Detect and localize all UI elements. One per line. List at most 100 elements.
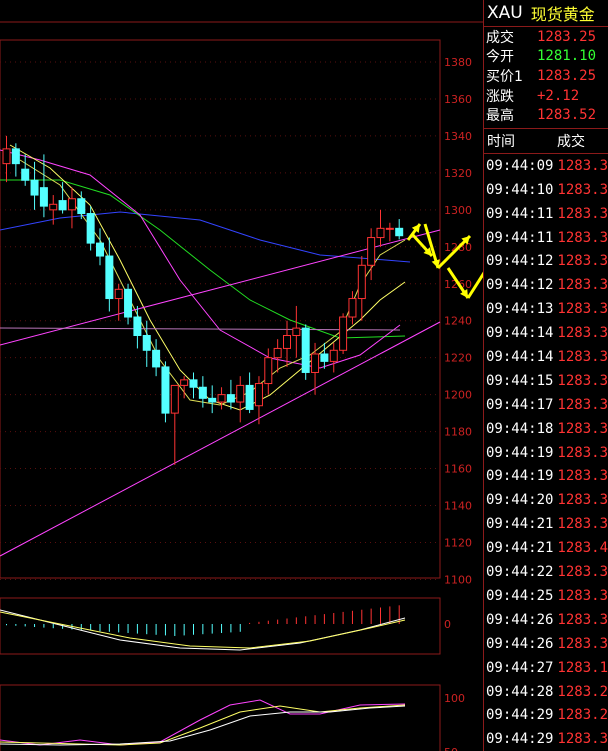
tick-time: 09:44:14 [486,349,554,366]
kdj-j-line [0,699,406,746]
ticks-header-time: 时间 [487,133,515,150]
tick-time: 09:44:12 [486,277,554,294]
quote-panel: XAU 现货黄金 成交 1283.25 今开 1281.10 买价1 1283.25 涨跌 +… [483,0,608,751]
candle-body [254,383,263,407]
tick-row[interactable]: 09:44:14 1283.3 [484,321,608,345]
candle-body [273,347,282,359]
price-axis-label: 1340 [444,130,472,143]
candle-body [236,384,245,403]
tick-time: 09:44:11 [486,229,554,246]
kline-chart-svg[interactable]: 1380136013401320130012801260124012201200… [0,0,483,751]
candle-body [208,397,217,403]
tick-price: 1283.3 [557,157,608,174]
candle-body [180,379,189,386]
tick-row[interactable]: 09:44:18 1283.3 [484,417,608,441]
price-panel-frame [0,39,441,579]
tick-price: 1283.3 [557,444,608,461]
quote-summary: 成交 1283.25 今开 1281.10 买价1 1283.25 涨跌 +2.12 最高 128… [484,27,608,125]
tick-time: 09:44:27 [486,659,554,676]
candle-body [49,203,58,211]
tick-row[interactable]: 09:44:28 1283.2 [484,680,608,704]
tick-row[interactable]: 09:44:20 1283.3 [484,488,608,512]
tick-row[interactable]: 09:44:19 1283.3 [484,465,608,489]
candle-body [329,349,338,362]
candle-body [385,227,394,230]
candle-body [58,200,67,211]
tick-price: 1283.3 [557,516,608,533]
tick-row[interactable]: 09:44:29 1283.2 [484,703,608,727]
tick-price: 1283.3 [557,587,608,604]
tick-price: 1283.3 [557,205,608,222]
ma-line-yellow [9,144,406,411]
candle-body [348,298,357,318]
tick-row[interactable]: 09:44:26 1283.3 [484,632,608,656]
tick-price: 1283.3 [557,468,608,485]
tick-time: 09:44:15 [486,372,554,389]
quote-row-label: 成交 [486,29,514,46]
ticks-list[interactable]: 09:44:09 1283.3 09:44:10 1283.3 09:44:11 1283… [484,154,608,751]
candle-body [105,255,114,300]
tick-row[interactable]: 09:44:15 1283.3 [484,369,608,393]
tick-row[interactable]: 09:44:26 1283.3 [484,608,608,632]
tick-time: 09:44:10 [486,181,554,198]
quote-row-label: 今开 [486,49,514,66]
tick-price: 1283.3 [557,731,608,748]
tick-time: 09:44:26 [486,635,554,652]
candle-body [170,384,179,414]
tick-row[interactable]: 09:44:25 1283.3 [484,584,608,608]
tick-time: 09:44:29 [486,731,554,748]
candle-body [217,394,226,403]
tick-time: 09:44:14 [486,325,554,342]
quote-row-label: 买价1 [486,68,523,85]
tick-time: 09:44:28 [486,683,554,700]
tick-row[interactable]: 09:44:27 1283.1 [484,656,608,680]
price-axis-label: 1140 [444,500,472,513]
tick-row[interactable]: 09:44:11 1283.3 [484,226,608,250]
candle-body [264,357,273,385]
candle-body [376,227,385,239]
candle-body [39,187,48,207]
tick-row[interactable]: 09:44:19 1283.3 [484,441,608,465]
trendline-lower [0,321,441,557]
tick-price: 1283.3 [557,325,608,342]
tick-price: 1283.3 [557,181,608,198]
symbol-name: 现货黄金 [530,5,595,24]
tick-time: 09:44:22 [486,564,554,581]
tick-time: 09:44:19 [486,468,554,485]
ma-line-blue [0,211,411,263]
price-axis-label: 1100 [444,573,472,586]
tick-price: 1283.3 [557,301,608,318]
tick-row[interactable]: 09:44:14 1283.3 [484,345,608,369]
tick-price: 1283.4 [557,540,608,557]
tick-price: 1283.3 [557,349,608,366]
tick-price: 1283.3 [557,277,608,294]
tick-row[interactable]: 09:44:13 1283.3 [484,297,608,321]
tick-row[interactable]: 09:44:22 1283.3 [484,560,608,584]
tick-time: 09:44:20 [486,492,554,509]
tick-row[interactable]: 09:44:21 1283.3 [484,512,608,536]
candle-body [2,148,11,165]
kdj-k-line [0,705,406,746]
ticks-header-price: 成交 [557,133,585,150]
tick-row[interactable]: 09:44:21 1283.4 [484,536,608,560]
quote-row-label: 涨跌 [486,88,514,105]
quote-row: 最高 1283.52 [484,105,608,125]
tick-row[interactable]: 09:44:10 1283.3 [484,178,608,202]
tick-price: 1283.3 [557,229,608,246]
tick-price: 1283.2 [557,707,608,724]
price-axis-label: 1220 [444,352,472,365]
tick-row[interactable]: 09:44:12 1283.3 [484,250,608,274]
tick-row[interactable]: 09:44:29 1283.3 [484,727,608,751]
tick-row[interactable]: 09:44:12 1283.3 [484,273,608,297]
price-axis-label: 1180 [444,426,472,439]
quote-row-value: 1283.25 [537,67,597,84]
tick-time: 09:44:19 [486,444,554,461]
tick-row[interactable]: 09:44:11 1283.3 [484,202,608,226]
kline-chart-area[interactable]: 1380136013401320130012801260124012201200… [0,0,483,751]
candle-body [301,327,310,373]
candle-body [357,264,366,300]
candle-body [226,394,235,403]
tick-row[interactable]: 09:44:09 1283.3 [484,154,608,178]
price-axis-label: 1240 [444,315,472,328]
tick-row[interactable]: 09:44:17 1283.3 [484,393,608,417]
